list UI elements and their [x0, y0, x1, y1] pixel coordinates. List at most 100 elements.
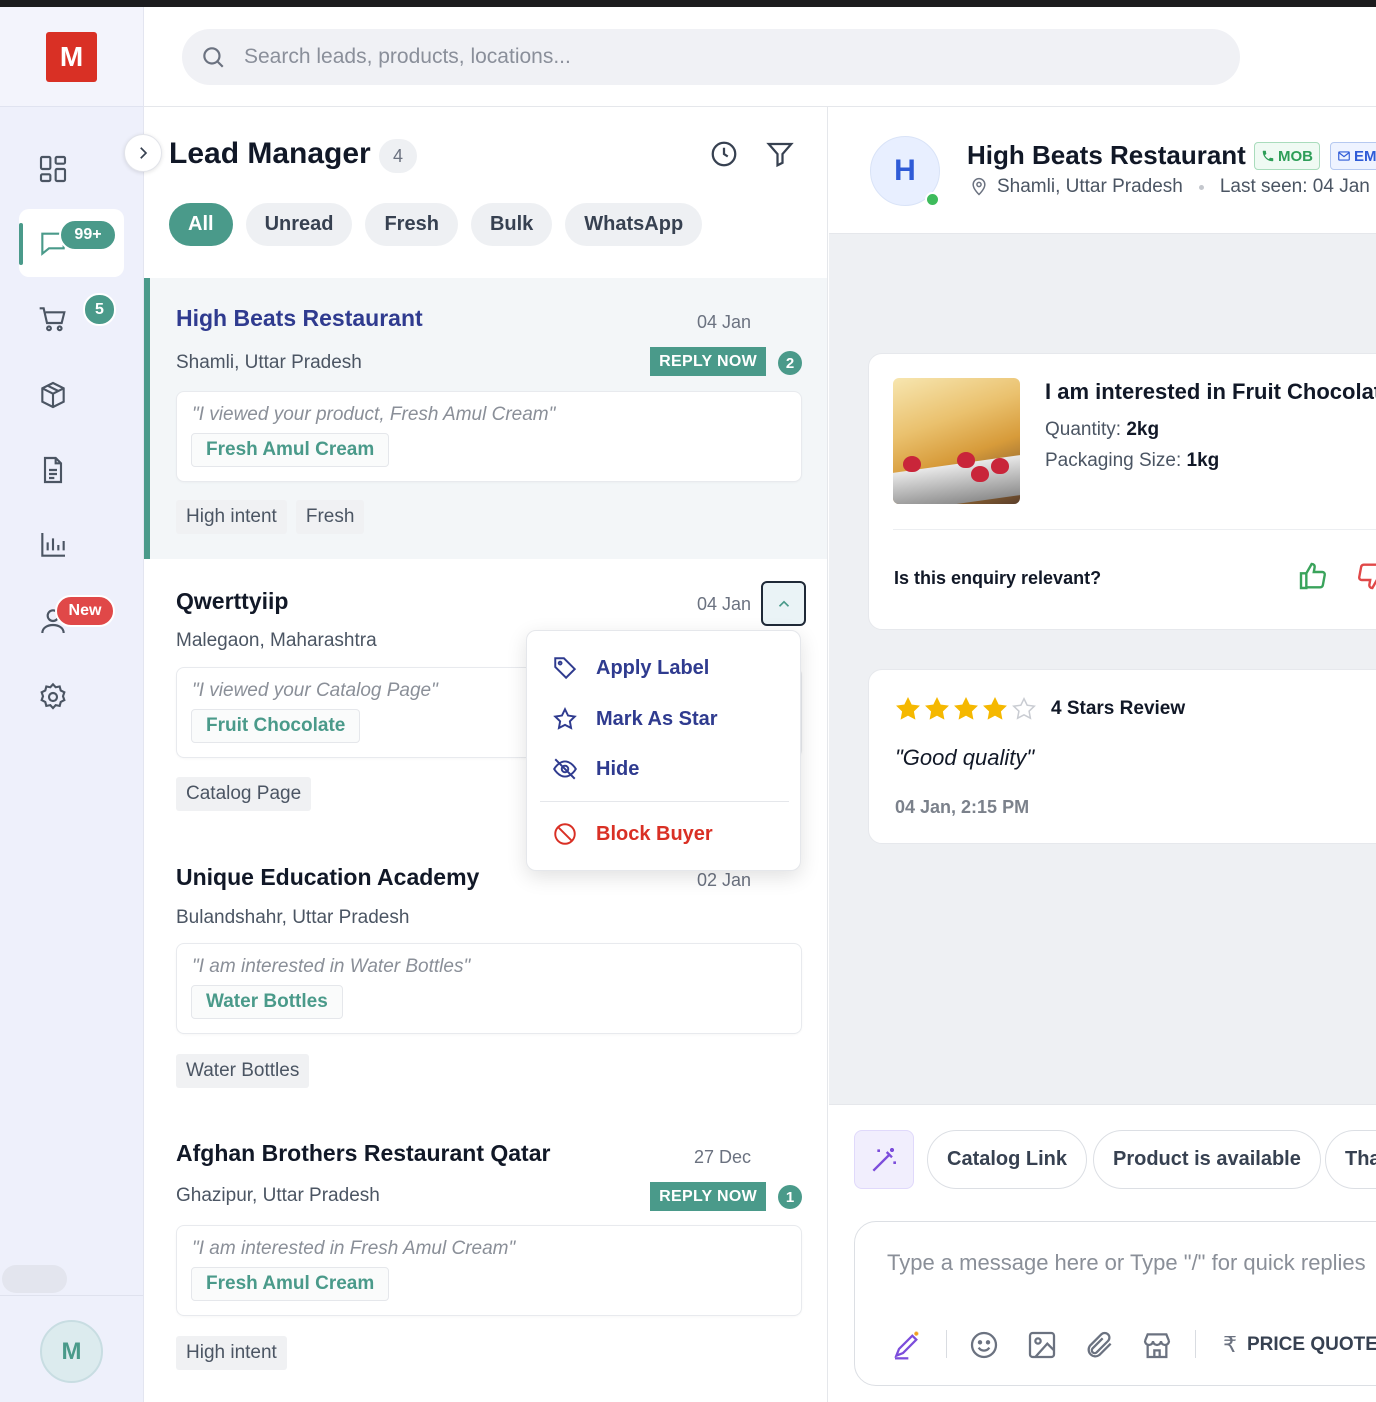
mobile-tag-label: MOB: [1278, 147, 1313, 165]
phone-icon: [1262, 150, 1274, 162]
bar-chart-icon: [41, 533, 65, 557]
lead-date: 04 Jan: [696, 594, 751, 614]
search-input[interactable]: [244, 45, 1144, 69]
lead-item[interactable]: Unique Education Academy 02 Jan Bulandsh…: [144, 836, 827, 1113]
packaging-label: Packaging Size:: [1045, 450, 1182, 471]
meta-separator: [1198, 184, 1204, 190]
product-image-berry: [957, 452, 975, 468]
ai-compose-button[interactable]: [891, 1329, 923, 1361]
lead-labels: High intent Fresh: [176, 500, 365, 534]
chevron-right-icon: [140, 147, 148, 159]
filter-tab-whatsapp[interactable]: WhatsApp: [565, 203, 703, 246]
search-icon: [203, 47, 224, 68]
ai-suggest-button[interactable]: [854, 1130, 914, 1189]
message-input[interactable]: [887, 1250, 1376, 1276]
lead-item[interactable]: High Beats Restaurant 04 Jan Shamli, Utt…: [144, 278, 827, 559]
lead-count-badge: 4: [379, 139, 417, 173]
filter-tab-fresh[interactable]: Fresh: [365, 203, 458, 246]
menu-item-block-buyer[interactable]: Block Buyer: [552, 821, 713, 847]
catalog-button[interactable]: [1141, 1329, 1173, 1361]
menu-item-hide[interactable]: Hide: [552, 756, 639, 782]
product-image-berry: [971, 466, 989, 482]
nav-settings[interactable]: [19, 663, 124, 731]
app-logo[interactable]: M: [46, 32, 97, 82]
window-top-strip: [0, 0, 1376, 7]
star-filled-icon: [954, 696, 978, 720]
toolbar-divider: [946, 1330, 947, 1358]
menu-divider: [540, 801, 789, 802]
location-pin-icon: [972, 177, 986, 196]
quick-reply-thank-you[interactable]: Thank you: [1325, 1130, 1376, 1189]
user-avatar[interactable]: M: [40, 1320, 103, 1383]
lead-location: Bulandshahr, Uttar Pradesh: [176, 907, 410, 928]
chat-panel: H High Beats Restaurant MOB EM Shamli, U…: [829, 107, 1376, 1402]
product-tag[interactable]: Water Bottles: [191, 985, 343, 1019]
thumbs-down-button[interactable]: [1355, 560, 1376, 592]
email-verified-tag[interactable]: EM: [1330, 142, 1376, 170]
lead-date: 27 Dec: [693, 1147, 751, 1167]
filter-tab-all[interactable]: All: [169, 203, 233, 246]
menu-item-apply-label[interactable]: Apply Label: [552, 655, 709, 681]
nav-contacts[interactable]: New: [19, 587, 124, 655]
message-input-box: ₹ PRICE QUOTE: [854, 1221, 1376, 1386]
buyer-name: High Beats Restaurant: [967, 140, 1246, 170]
quick-reply-catalog-link[interactable]: Catalog Link: [927, 1130, 1088, 1189]
enquiry-title: I am interested in Fruit Chocolate: [1045, 379, 1376, 404]
attachment-button[interactable]: [1084, 1329, 1116, 1361]
lead-actions-menu: Apply Label Mark As Star Hide Block Buye…: [526, 630, 801, 871]
nav-dashboard[interactable]: [19, 135, 124, 203]
history-button[interactable]: [709, 139, 739, 169]
filter-tabs: All Unread Fresh Bulk WhatsApp: [169, 203, 703, 246]
thumbs-down-icon: [1358, 563, 1376, 590]
thumbs-up-button[interactable]: [1297, 560, 1329, 592]
lead-actions-toggle-button[interactable]: [761, 581, 806, 626]
collapse-sidebar-button[interactable]: [124, 134, 162, 172]
price-quote-button[interactable]: ₹ PRICE QUOTE: [1223, 1332, 1376, 1358]
messages-count-badge: 99+: [59, 219, 117, 251]
nav-products[interactable]: [19, 361, 124, 429]
shopping-cart-icon: [39, 307, 66, 332]
relevance-question: Is this enquiry relevant?: [894, 568, 1102, 588]
message-quote: "I am interested in Water Bottles": [192, 956, 471, 977]
lead-name: High Beats Restaurant: [176, 305, 423, 331]
lead-name: Afghan Brothers Restaurant Qatar: [176, 1140, 551, 1166]
image-icon: [1028, 1331, 1056, 1359]
buyer-location: Shamli, Uttar Pradesh: [997, 176, 1183, 197]
product-tag[interactable]: Fruit Chocolate: [191, 709, 361, 743]
mobile-verified-tag[interactable]: MOB: [1254, 142, 1320, 170]
quantity-label: Quantity:: [1045, 419, 1122, 440]
image-upload-button[interactable]: [1026, 1329, 1058, 1361]
online-status-dot: [925, 192, 940, 207]
filter-tab-unread[interactable]: Unread: [245, 203, 353, 246]
clock-icon: [711, 141, 737, 167]
emoji-button[interactable]: [968, 1329, 1000, 1361]
mail-icon: [1338, 151, 1350, 161]
card-divider: [893, 529, 1376, 530]
tag-icon: [554, 657, 577, 680]
reply-now-button[interactable]: REPLY NOW: [650, 347, 766, 376]
review-label: 4 Stars Review: [1051, 698, 1186, 719]
package-box-icon: [41, 381, 65, 409]
product-tag[interactable]: Fresh Amul Cream: [191, 433, 390, 467]
nav-analytics[interactable]: [19, 511, 124, 579]
nav-documents[interactable]: [19, 436, 124, 504]
filter-button[interactable]: [765, 139, 795, 169]
nav-orders[interactable]: 5: [19, 285, 124, 353]
nav-messages[interactable]: 99+: [19, 209, 124, 277]
filter-tab-bulk[interactable]: Bulk: [470, 203, 553, 246]
product-image: [893, 378, 1020, 504]
product-tag[interactable]: Fresh Amul Cream: [191, 1267, 390, 1301]
search-field[interactable]: [182, 29, 1240, 85]
product-image-berry: [903, 456, 921, 472]
quick-reply-product-available[interactable]: Product is available: [1093, 1130, 1321, 1189]
pen-sparkle-icon: [894, 1331, 919, 1360]
lead-location: Shamli, Uttar Pradesh: [176, 352, 362, 373]
magic-wand-icon: [872, 1147, 896, 1172]
lead-label: Fresh: [295, 500, 365, 534]
reply-now-button[interactable]: REPLY NOW: [650, 1182, 766, 1211]
rail-toggle[interactable]: [2, 1265, 67, 1293]
top-search-bar: [144, 7, 1376, 107]
lead-item[interactable]: Afghan Brothers Restaurant Qatar 27 Dec …: [144, 1113, 827, 1402]
page-title: Lead Manager: [169, 137, 371, 170]
menu-item-mark-as-star[interactable]: Mark As Star: [552, 706, 718, 732]
